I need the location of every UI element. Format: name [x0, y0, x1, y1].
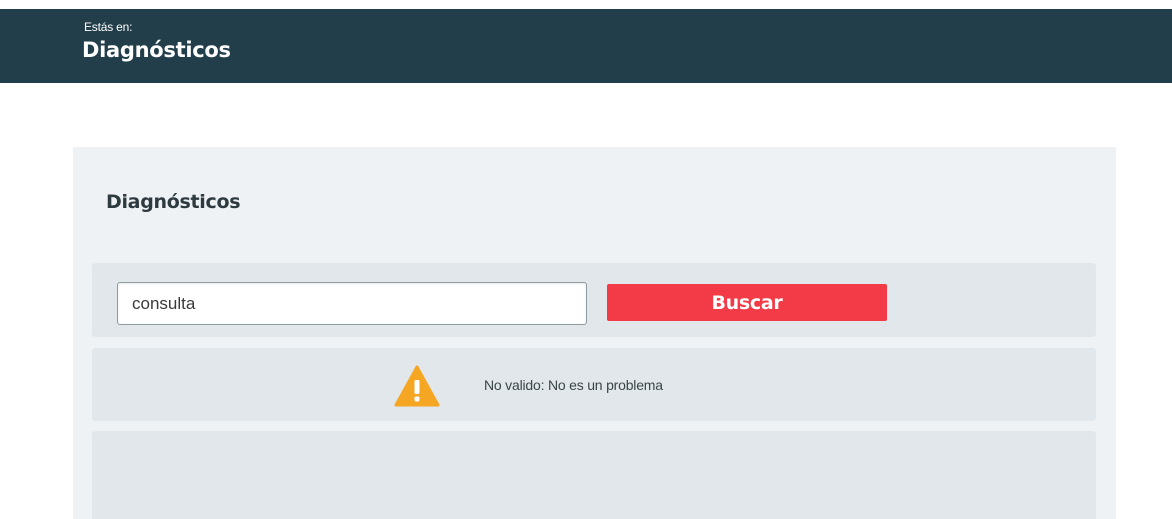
- top-bar: Estás en: Diagnósticos: [0, 9, 1172, 83]
- warning-icon: [394, 365, 440, 407]
- location-label: Estás en:: [84, 20, 133, 34]
- alert-message: No valido: No es un problema: [484, 377, 663, 393]
- search-row: Buscar: [92, 263, 1096, 337]
- panel-title: Diagnósticos: [106, 191, 241, 213]
- search-input[interactable]: [117, 282, 587, 325]
- location-title: Diagnósticos: [82, 38, 231, 62]
- diagnostics-panel: Diagnósticos Buscar No valido: No es un …: [73, 147, 1116, 519]
- results-area: [92, 431, 1096, 519]
- alert-row: No valido: No es un problema: [92, 348, 1096, 421]
- page: Estás en: Diagnósticos Diagnósticos Busc…: [0, 0, 1172, 519]
- search-button[interactable]: Buscar: [607, 284, 887, 321]
